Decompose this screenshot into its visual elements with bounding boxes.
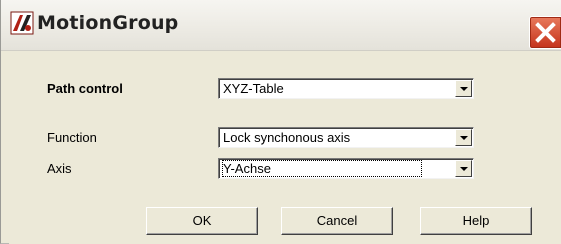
- motiongroup-dialog: MotionGroup Path control XYZ-Table Funct…: [0, 0, 561, 244]
- motion-group-app-icon: [10, 11, 34, 35]
- chevron-down-icon: [460, 136, 468, 140]
- chevron-down-icon: [460, 87, 468, 91]
- cancel-button[interactable]: Cancel: [281, 207, 393, 235]
- window-title: MotionGroup: [37, 12, 179, 34]
- close-icon: [535, 22, 556, 43]
- path-control-dropdown-button[interactable]: [455, 80, 472, 97]
- axis-dropdown[interactable]: Y-Achse: [218, 158, 474, 179]
- ok-button[interactable]: OK: [146, 207, 258, 235]
- path-control-label: Path control: [47, 81, 123, 96]
- function-dropdown-button[interactable]: [455, 129, 472, 146]
- chevron-down-icon: [460, 167, 468, 171]
- help-button[interactable]: Help: [420, 207, 532, 235]
- close-button[interactable]: [529, 16, 561, 49]
- axis-label: Axis: [47, 161, 72, 176]
- function-label: Function: [47, 130, 97, 145]
- axis-value: Y-Achse: [222, 160, 422, 177]
- title-bar[interactable]: MotionGroup: [1, 0, 561, 51]
- function-value: Lock synchonous axis: [223, 130, 351, 145]
- path-control-value: XYZ-Table: [223, 81, 284, 96]
- path-control-dropdown[interactable]: XYZ-Table: [218, 78, 474, 99]
- function-dropdown[interactable]: Lock synchonous axis: [218, 127, 474, 148]
- axis-dropdown-button[interactable]: [455, 160, 472, 177]
